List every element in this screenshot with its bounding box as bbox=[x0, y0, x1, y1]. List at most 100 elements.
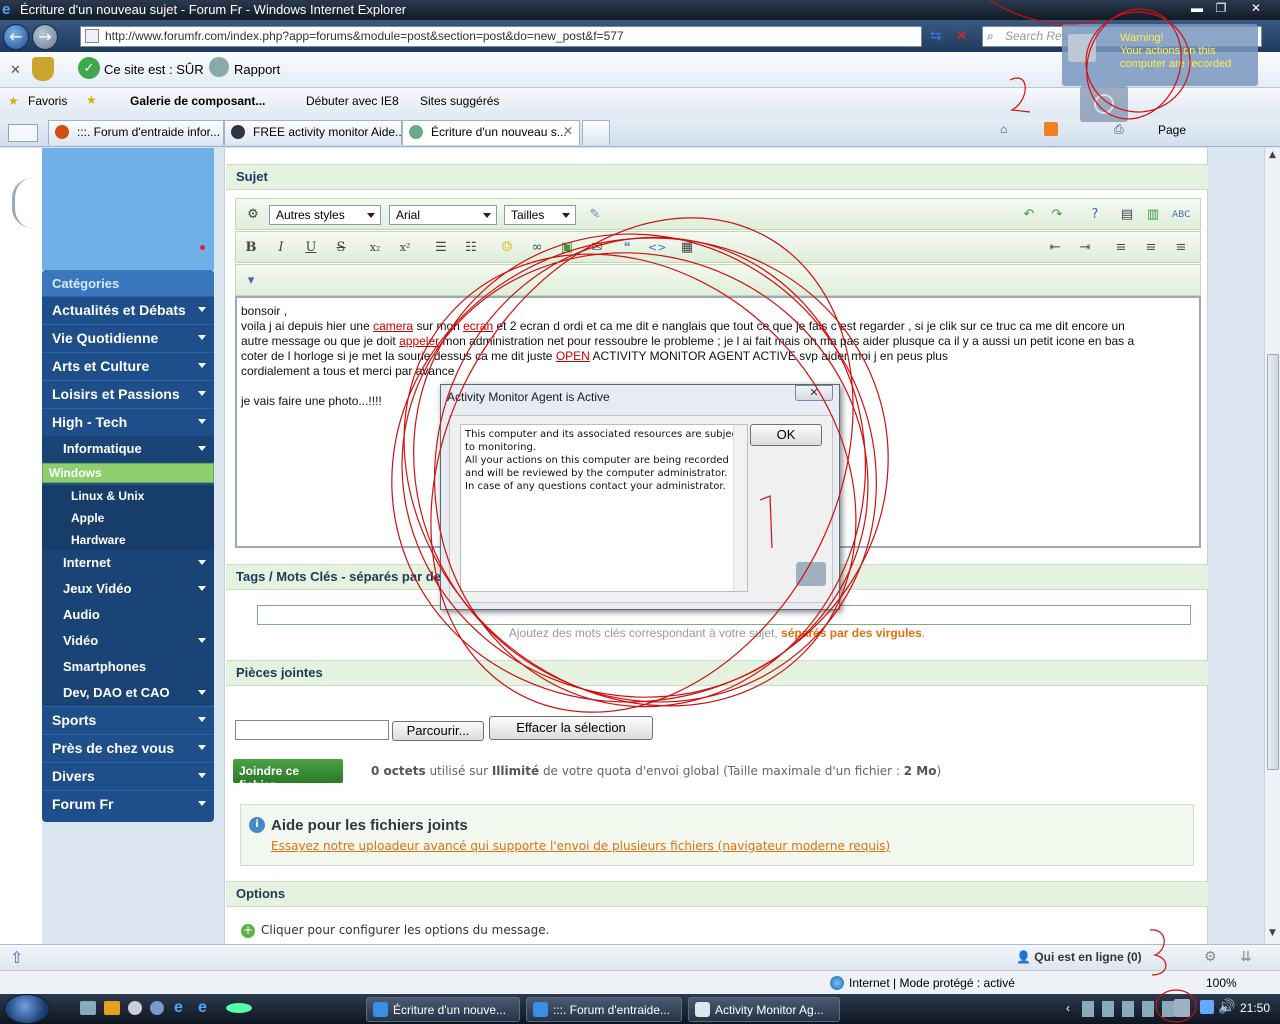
scroll-up-icon[interactable]: ▲ bbox=[1269, 150, 1276, 160]
special-char-icon[interactable]: ▾ bbox=[242, 273, 260, 289]
sidebar-item-sports[interactable]: Sports bbox=[42, 706, 214, 734]
align-center-icon[interactable]: ≡ bbox=[1142, 240, 1160, 256]
code-icon[interactable]: <> bbox=[648, 240, 666, 256]
sidebar-item-dev[interactable]: Dev, DAO et CAO bbox=[42, 680, 214, 706]
email-icon[interactable]: ✉ bbox=[588, 240, 606, 256]
network-icon[interactable] bbox=[1200, 1000, 1214, 1014]
address-bar[interactable]: http://www.forumfr.com/index.php?app=for… bbox=[80, 26, 922, 47]
magnifier-widget[interactable] bbox=[1080, 86, 1128, 122]
spellcheck-icon[interactable]: ABC bbox=[1172, 207, 1190, 223]
sidebar-item-jeux[interactable]: Jeux Vidéo bbox=[42, 576, 214, 602]
sidebar-item-linux[interactable]: Linux & Unix bbox=[42, 485, 214, 507]
sidebar-item-forumfr[interactable]: Forum Fr bbox=[42, 790, 214, 818]
clear-selection-button[interactable]: Effacer la sélection bbox=[489, 716, 653, 740]
quicklaunch-icon[interactable] bbox=[128, 1001, 142, 1015]
page-menu[interactable]: Page bbox=[1158, 123, 1186, 137]
link-icon[interactable]: ∞ bbox=[528, 240, 546, 256]
fav-galerie[interactable]: Galerie de composant... bbox=[130, 94, 265, 108]
media-player-icon[interactable] bbox=[104, 1001, 120, 1015]
sidebar-item-hardware[interactable]: Hardware bbox=[42, 529, 214, 551]
stop-icon[interactable]: ✕ bbox=[955, 26, 968, 45]
sidebar-item-divers[interactable]: Divers bbox=[42, 762, 214, 790]
sidebar-item-windows[interactable]: Windows bbox=[42, 463, 214, 483]
close-toolbar-icon[interactable]: ✕ bbox=[10, 62, 21, 78]
new-tab-button[interactable] bbox=[582, 120, 610, 145]
sidebar-item-actualites[interactable]: Actualités et Débats bbox=[42, 296, 214, 324]
refresh-icon[interactable]: ⇆ bbox=[930, 28, 942, 44]
indent-icon[interactable]: ⇥ bbox=[1076, 240, 1094, 256]
message-scrollbar[interactable] bbox=[733, 425, 747, 591]
advanced-uploader-link[interactable]: Essayez notre uploadeur avancé qui suppo… bbox=[271, 839, 890, 853]
size-select[interactable]: Tailles bbox=[504, 205, 576, 225]
file-path-input[interactable] bbox=[235, 720, 389, 740]
quicklaunch-icon[interactable] bbox=[150, 1001, 164, 1015]
sidebar-item-pres[interactable]: Près de chez vous bbox=[42, 734, 214, 762]
taskbar-item-ecriture[interactable]: Écriture d'un nouve... bbox=[366, 997, 520, 1022]
italic-icon[interactable]: I bbox=[272, 240, 290, 256]
sidebar-item-arts[interactable]: Arts et Culture bbox=[42, 352, 214, 380]
options-config[interactable]: + Cliquer pour configurer les options du … bbox=[241, 923, 549, 938]
close-window-button[interactable]: ✕ bbox=[1236, 0, 1276, 18]
align-left-icon[interactable]: ≡ bbox=[1112, 240, 1130, 256]
scroll-down-icon[interactable]: ▼ bbox=[1269, 928, 1276, 938]
ie-icon[interactable]: e bbox=[174, 999, 183, 1017]
numbered-list-icon[interactable]: ☷ bbox=[462, 240, 480, 256]
report-button[interactable]: Rapport bbox=[234, 62, 280, 77]
sidebar-item-apple[interactable]: Apple bbox=[42, 507, 214, 529]
print-icon[interactable]: ⎙ bbox=[1114, 122, 1124, 137]
sidebar-item-vie[interactable]: Vie Quotidienne bbox=[42, 324, 214, 352]
forward-button[interactable]: → bbox=[32, 24, 58, 50]
outdent-icon[interactable]: ⇤ bbox=[1046, 240, 1064, 256]
taskbar-item-activity-monitor[interactable]: Activity Monitor Ag... bbox=[688, 997, 840, 1022]
help-icon[interactable]: ? bbox=[1086, 207, 1104, 223]
styles-select[interactable]: Autres styles bbox=[269, 205, 381, 225]
clear-format-icon[interactable]: ✎ bbox=[586, 207, 604, 223]
align-right-icon[interactable]: ≡ bbox=[1172, 240, 1190, 256]
redo-icon[interactable]: ↷ bbox=[1048, 207, 1066, 223]
sidebar-item-informatique[interactable]: Informatique bbox=[42, 436, 214, 462]
tab-free-activity[interactable]: FREE activity monitor Aide... bbox=[224, 120, 402, 145]
bold-icon[interactable]: B bbox=[242, 240, 260, 256]
home-icon[interactable]: ⌂ bbox=[1000, 122, 1007, 136]
site-status[interactable]: Ce site est : SÛR bbox=[104, 62, 204, 77]
fav-sites[interactable]: Sites suggérés bbox=[420, 94, 499, 108]
sidebar-item-video[interactable]: Vidéo bbox=[42, 628, 214, 654]
activity-monitor-tray-icon[interactable] bbox=[1174, 999, 1190, 1017]
rss-icon[interactable] bbox=[1044, 122, 1058, 136]
online-users[interactable]: 👤 Qui est en ligne (0) bbox=[1016, 950, 1142, 964]
dialog-close-button[interactable]: ✕ bbox=[795, 385, 833, 401]
underline-icon[interactable]: U bbox=[302, 240, 320, 256]
fav-debuter[interactable]: Débuter avec IE8 bbox=[306, 94, 399, 108]
superscript-icon[interactable]: x² bbox=[396, 240, 414, 256]
add-favorite-icon[interactable]: ★ bbox=[86, 93, 97, 107]
tab-forum-entraide[interactable]: :::. Forum d'entraide infor... bbox=[48, 120, 224, 145]
image-icon[interactable]: ▣ bbox=[558, 240, 576, 256]
tray-icons[interactable] bbox=[1082, 1001, 1182, 1017]
quick-tabs-icon[interactable] bbox=[8, 124, 38, 142]
close-tab-icon[interactable]: ✕ bbox=[563, 124, 573, 138]
sidebar-item-internet[interactable]: Internet bbox=[42, 550, 214, 576]
media-icon[interactable]: ▦ bbox=[678, 240, 696, 256]
quote-icon[interactable]: ❝ bbox=[618, 240, 636, 256]
zoom-level[interactable]: 100% bbox=[1206, 976, 1237, 990]
subscript-icon[interactable]: x₂ bbox=[366, 240, 384, 256]
tray-expand-icon[interactable]: ‹ bbox=[1066, 1001, 1070, 1015]
maximize-button[interactable]: ❐ bbox=[1206, 0, 1236, 18]
emoticon-icon[interactable]: ☺ bbox=[498, 240, 516, 256]
page-scrollbar[interactable]: ▲ ▼ bbox=[1264, 148, 1280, 944]
quicklaunch-icon[interactable] bbox=[226, 1003, 252, 1013]
taskbar-item-forum[interactable]: :::. Forum d'entraide... bbox=[526, 997, 682, 1022]
undo-icon[interactable]: ↶ bbox=[1020, 207, 1038, 223]
tab-ecriture[interactable]: Écriture d'un nouveau s... ✕ bbox=[402, 120, 580, 145]
attach-file-button[interactable]: Joindre ce fichier bbox=[233, 759, 343, 792]
shield-icon[interactable] bbox=[32, 57, 54, 81]
back-button[interactable]: ← bbox=[3, 24, 29, 50]
volume-icon[interactable]: 🔊 bbox=[1218, 998, 1235, 1015]
favorites-button[interactable]: Favoris bbox=[28, 94, 67, 108]
restore-icon[interactable]: ▥ bbox=[1144, 207, 1162, 223]
sidebar-item-audio[interactable]: Audio bbox=[42, 602, 214, 628]
browse-button[interactable]: Parcourir... bbox=[392, 721, 484, 741]
bullet-list-icon[interactable]: ☰ bbox=[432, 240, 450, 256]
sidebar-item-hightech[interactable]: High - Tech bbox=[42, 408, 214, 436]
show-desktop-icon[interactable] bbox=[80, 1001, 96, 1015]
